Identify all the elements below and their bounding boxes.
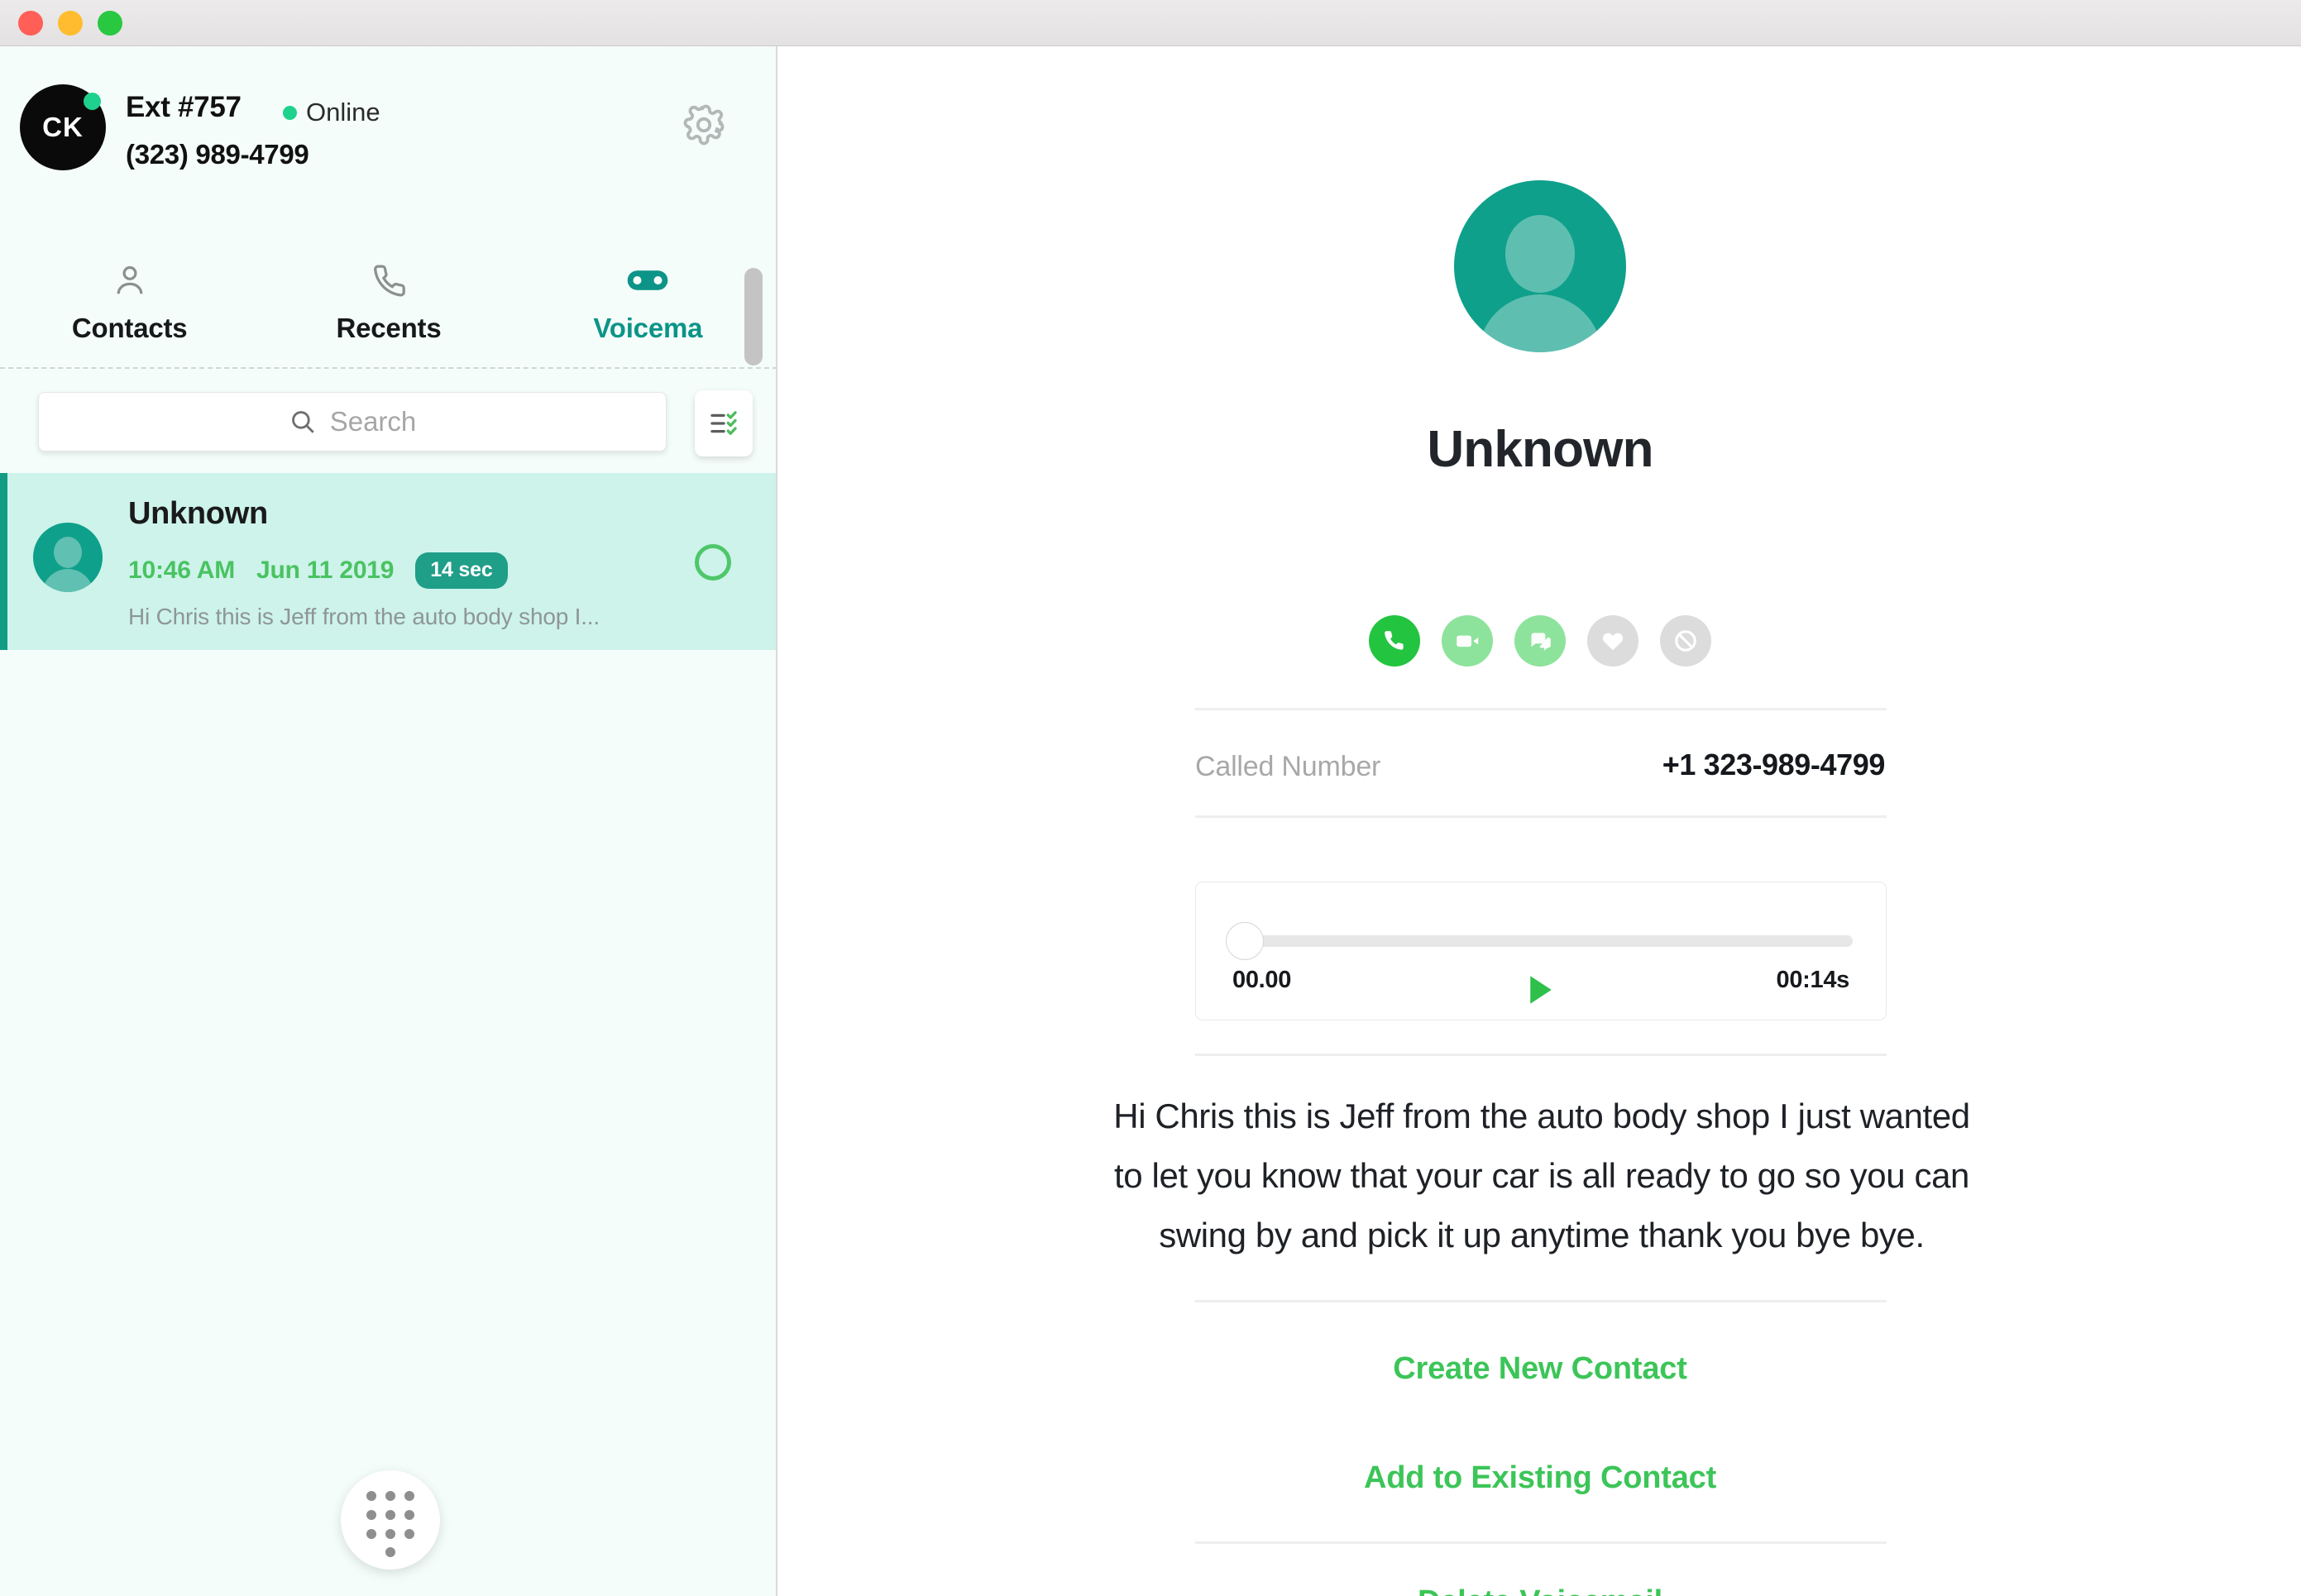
voicemail-glyph: [628, 270, 668, 290]
avatar-head-shape: [1505, 215, 1575, 293]
filter-button[interactable]: [695, 390, 753, 456]
tab-recents-label: Recents: [336, 313, 442, 343]
video-call-button[interactable]: [1442, 615, 1493, 667]
app-window: CK Ext #757 Online (323) 989-4799 Contac…: [0, 0, 2301, 1596]
settings-button[interactable]: [678, 99, 730, 151]
voicemail-duration-badge: 14 sec: [415, 552, 508, 589]
block-button[interactable]: [1660, 615, 1711, 667]
called-number-value: +1 323-989-4799: [1662, 748, 1886, 781]
maximize-window-button[interactable]: [98, 10, 122, 36]
tab-voicemail-label: Voicema: [593, 313, 703, 343]
extension-label: Ext #757: [126, 91, 242, 123]
status-bullet-icon: [283, 105, 297, 120]
user-profile-header: CK Ext #757 Online (323) 989-4799: [0, 71, 776, 203]
dialpad-button[interactable]: [341, 1470, 440, 1570]
search-input[interactable]: Search: [38, 392, 667, 452]
chat-bubble-icon: [1530, 633, 1551, 651]
detail-avatar: [1454, 180, 1626, 352]
avatar-head-shape: [54, 537, 82, 568]
divider: [1195, 1541, 1887, 1544]
phone-icon: [1385, 631, 1404, 650]
list-item[interactable]: Unknown 10:46 AM Jun 11 2019 14 sec Hi C…: [0, 473, 776, 650]
delete-voicemail-button[interactable]: Delete Voicemail: [779, 1584, 2301, 1596]
dialpad-icon: [366, 1491, 414, 1557]
called-number-label: Called Number: [1195, 751, 1381, 782]
voicemail-icon: [627, 261, 668, 299]
contact-avatar: [33, 523, 103, 592]
divider: [1195, 815, 1887, 818]
unread-indicator-icon[interactable]: [695, 544, 731, 581]
filter-list-icon: [710, 411, 737, 435]
status-label: Online: [306, 98, 380, 127]
contact-action-row: [779, 615, 2301, 667]
avatar-body-shape: [42, 569, 93, 592]
search-icon: [291, 411, 314, 433]
voicemail-snippet: Hi Chris this is Jeff from the auto body…: [128, 604, 600, 629]
voicemail-list: Unknown 10:46 AM Jun 11 2019 14 sec Hi C…: [0, 473, 776, 1596]
favorite-button[interactable]: [1587, 615, 1638, 667]
status-indicator[interactable]: Online: [283, 98, 380, 127]
add-to-existing-contact-button[interactable]: Add to Existing Contact: [779, 1460, 2301, 1496]
voicemail-date: Jun 11 2019: [256, 557, 395, 584]
create-new-contact-button[interactable]: Create New Contact: [779, 1351, 2301, 1387]
search-row: Search: [0, 382, 776, 473]
progress-track[interactable]: [1234, 935, 1853, 947]
voicemail-transcript: Hi Chris this is Jeff from the auto body…: [1113, 1097, 1970, 1255]
search-placeholder: Search: [329, 406, 417, 437]
avatar-initials: CK: [42, 112, 84, 142]
minimize-window-button[interactable]: [58, 10, 83, 36]
online-status-dot: [84, 93, 101, 110]
voicemail-meta: 10:46 AM Jun 11 2019 14 sec: [128, 552, 508, 589]
avatar-body-shape: [1478, 294, 1602, 352]
page-title: Unknown: [1427, 421, 1653, 478]
tab-contacts[interactable]: Contacts: [0, 237, 259, 367]
message-button[interactable]: [1514, 615, 1566, 667]
heart-icon: [1602, 633, 1624, 651]
divider: [1195, 708, 1887, 710]
play-button[interactable]: [1523, 970, 1559, 1010]
total-time: 00:14s: [1776, 967, 1850, 993]
window-titlebar: [0, 0, 2301, 46]
tab-recents[interactable]: Recents: [259, 237, 518, 367]
gear-icon: [683, 104, 725, 146]
current-time: 00.00: [1232, 967, 1292, 993]
phone-icon: [370, 261, 408, 299]
tab-contacts-label: Contacts: [71, 313, 188, 343]
block-icon: [1675, 630, 1696, 652]
voicemail-caller-name: Unknown: [128, 496, 268, 531]
divider: [1195, 1300, 1887, 1302]
call-button[interactable]: [1369, 615, 1420, 667]
divider: [1195, 1054, 1887, 1056]
person-icon: [111, 261, 149, 299]
progress-thumb[interactable]: [1226, 922, 1264, 960]
tab-voicemail[interactable]: Voicema: [519, 237, 776, 367]
voicemail-detail-panel: Unknown Called Number +1 323-989-4799 00…: [779, 46, 2301, 1596]
sidebar-tabs: Contacts Recents Voicema: [0, 237, 776, 369]
sidebar: CK Ext #757 Online (323) 989-4799 Contac…: [0, 46, 777, 1596]
tabs-scrollbar[interactable]: [744, 268, 763, 366]
play-icon: [1530, 976, 1552, 1004]
avatar[interactable]: CK: [20, 84, 106, 170]
close-window-button[interactable]: [18, 10, 43, 36]
user-phone-number: (323) 989-4799: [126, 139, 309, 170]
voicemail-time: 10:46 AM: [128, 557, 236, 584]
video-camera-icon: [1457, 635, 1479, 647]
audio-player: 00.00 00:14s: [1195, 882, 1887, 1020]
